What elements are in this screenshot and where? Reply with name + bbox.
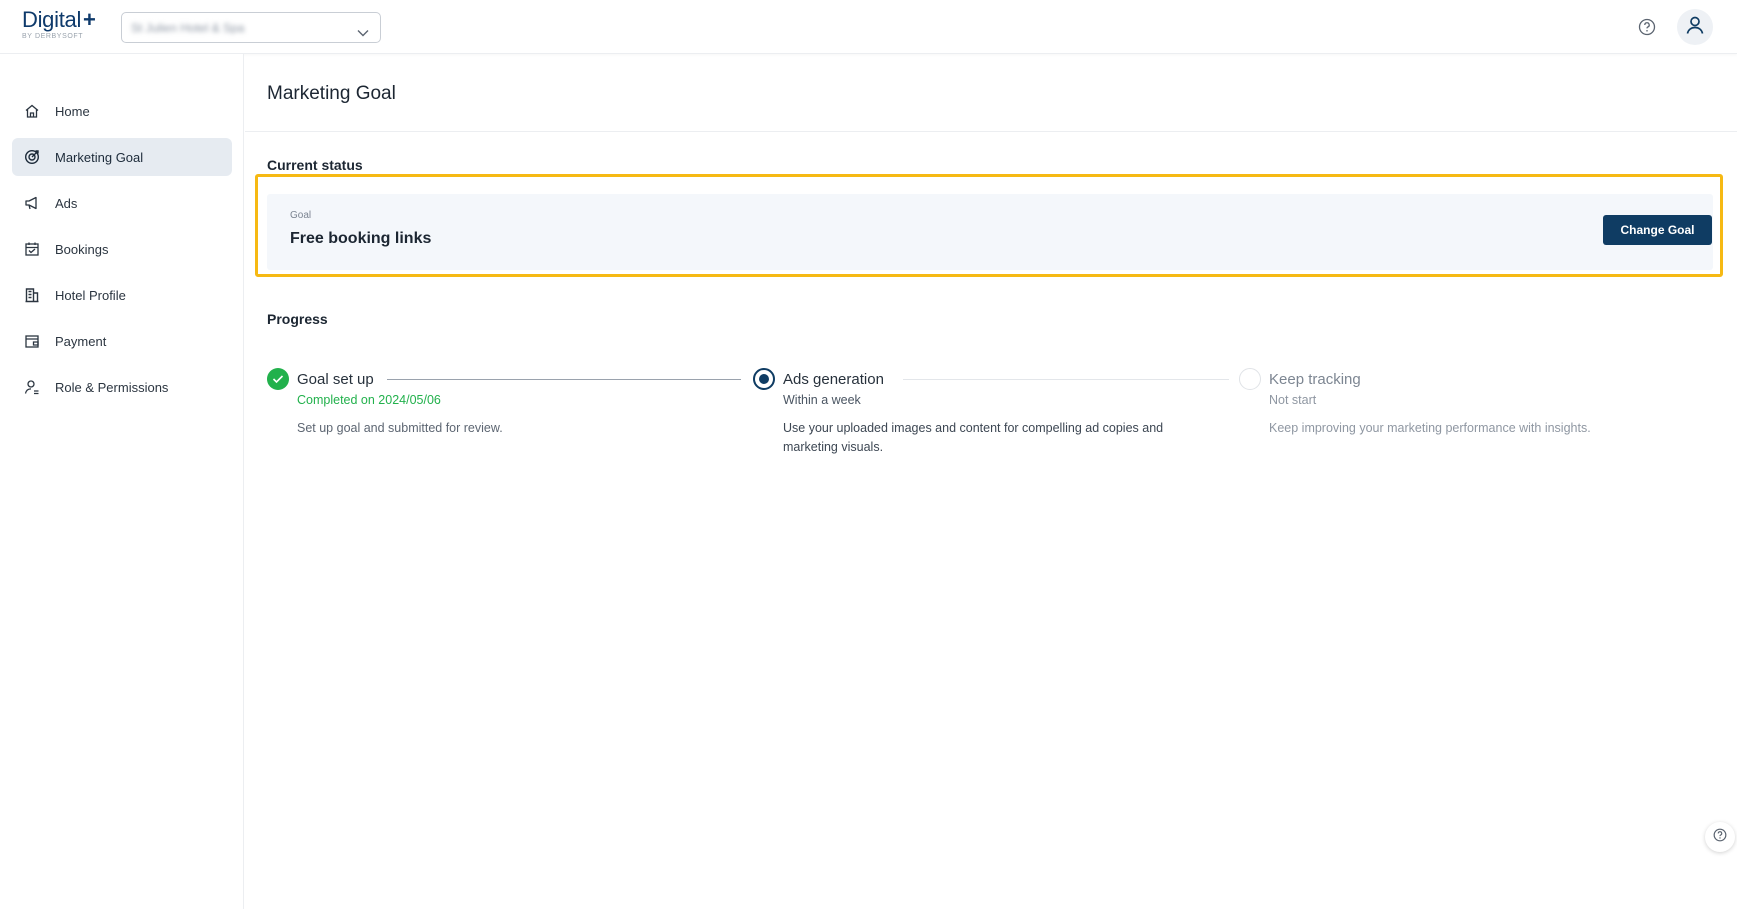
step-subtitle: Within a week xyxy=(783,393,861,407)
progress-steps: Goal set up Completed on 2024/05/06 Set … xyxy=(267,368,1737,468)
help-icon[interactable] xyxy=(1638,18,1656,41)
step-connector xyxy=(903,379,1229,380)
step-connector xyxy=(387,379,741,380)
sidebar-item-hotel-profile[interactable]: Hotel Profile xyxy=(12,276,232,314)
sidebar-item-payment[interactable]: Payment xyxy=(12,322,232,360)
sidebar-item-home[interactable]: Home xyxy=(12,92,232,130)
top-bar: Digital+ BY DERBYSOFT St Julien Hotel & … xyxy=(0,0,1737,54)
hotel-selector[interactable]: St Julien Hotel & Spa xyxy=(121,12,381,43)
sidebar-item-ads[interactable]: Ads xyxy=(12,184,232,222)
goal-card: Goal Free booking links Change Goal xyxy=(267,194,1713,270)
wallet-icon xyxy=(24,333,40,349)
step-description: Keep improving your marketing performanc… xyxy=(1269,421,1591,435)
radio-selected-icon xyxy=(753,368,775,390)
sidebar-item-label: Home xyxy=(55,103,90,119)
check-icon xyxy=(267,368,289,390)
sidebar: Home Marketing Goal Ads Bookings Hotel P… xyxy=(0,54,244,909)
logo[interactable]: Digital+ BY DERBYSOFT xyxy=(22,7,96,41)
change-goal-button[interactable]: Change Goal xyxy=(1603,215,1712,245)
sidebar-item-label: Role & Permissions xyxy=(55,379,169,395)
progress-heading: Progress xyxy=(267,311,328,327)
page-title: Marketing Goal xyxy=(267,83,396,104)
megaphone-icon xyxy=(24,195,40,211)
logo-text: Digital xyxy=(22,7,82,32)
goal-value: Free booking links xyxy=(290,230,432,247)
logo-plus: + xyxy=(83,7,96,32)
sidebar-item-label: Hotel Profile xyxy=(55,287,126,303)
step-subtitle: Not start xyxy=(1269,393,1317,407)
hotel-selector-value: St Julien Hotel & Spa xyxy=(131,21,245,34)
floating-help-button[interactable] xyxy=(1705,822,1735,852)
sidebar-item-label: Bookings xyxy=(55,241,109,257)
step-subtitle: Completed on 2024/05/06 xyxy=(297,393,441,407)
step-title: Ads generation xyxy=(783,371,884,388)
sidebar-item-label: Marketing Goal xyxy=(55,149,144,165)
step-description: Set up goal and submitted for review. xyxy=(297,421,503,435)
sidebar-item-bookings[interactable]: Bookings xyxy=(12,230,232,268)
home-icon xyxy=(24,103,40,119)
goal-label: Goal xyxy=(290,210,312,221)
sidebar-item-marketing-goal[interactable]: Marketing Goal xyxy=(12,138,232,176)
help-icon xyxy=(1713,828,1727,847)
current-status-heading: Current status xyxy=(267,157,363,173)
chevron-down-icon xyxy=(357,24,369,42)
step-title: Keep tracking xyxy=(1269,371,1361,388)
sidebar-item-role-permissions[interactable]: Role & Permissions xyxy=(12,368,232,406)
user-icon xyxy=(24,379,40,395)
step-description: Use your uploaded images and content for… xyxy=(783,421,1164,454)
logo-subtitle: BY DERBYSOFT xyxy=(22,33,84,40)
avatar[interactable] xyxy=(1677,9,1713,45)
circle-empty-icon xyxy=(1239,368,1261,390)
sidebar-item-label: Payment xyxy=(55,333,107,349)
step-title: Goal set up xyxy=(297,371,374,388)
divider xyxy=(245,131,1737,132)
main-content: Marketing Goal Current status Goal Free … xyxy=(245,54,1737,909)
calendar-icon xyxy=(24,241,40,257)
sidebar-item-label: Ads xyxy=(55,195,78,211)
building-icon xyxy=(24,287,40,303)
user-icon xyxy=(1685,15,1705,40)
target-icon xyxy=(24,149,40,165)
